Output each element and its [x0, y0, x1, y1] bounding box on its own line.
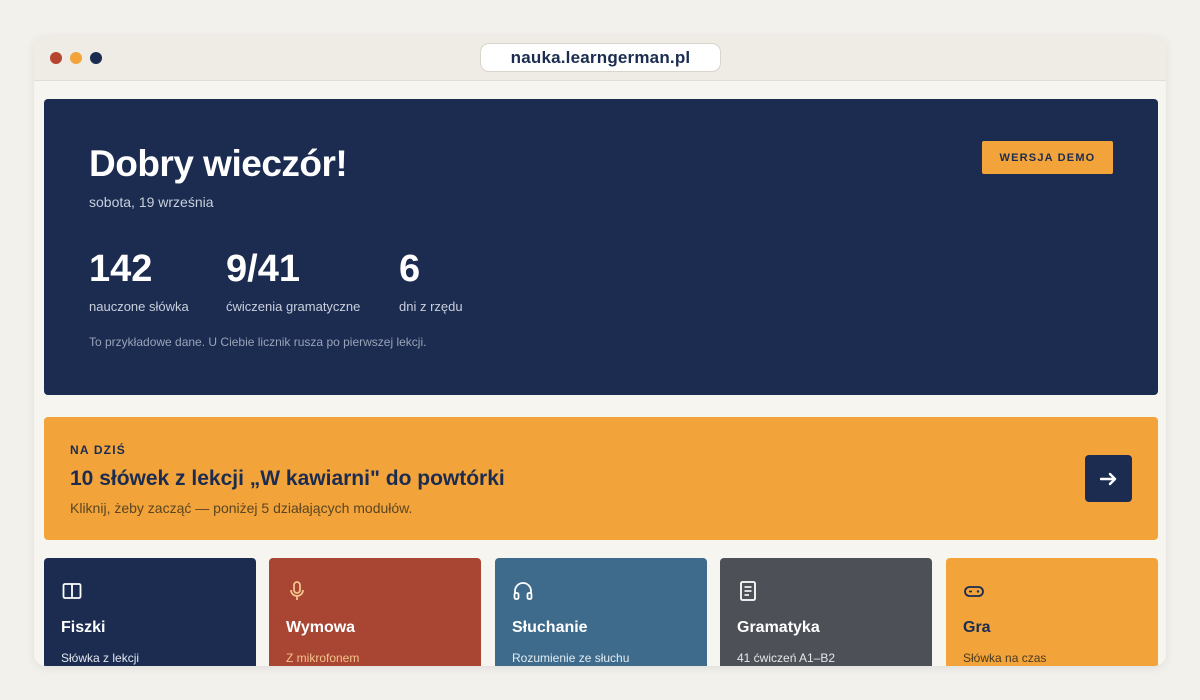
today-subtitle: Kliknij, żeby zacząć — poniżej 5 działaj…: [70, 500, 413, 516]
module-title: Wymowa: [286, 619, 356, 636]
module-card-flashcards[interactable]: Fiszki Słówka z lekcji: [44, 558, 256, 666]
document-icon: [740, 581, 756, 601]
module-title: Gramatyka: [737, 619, 820, 636]
module-description: Słówka na czas: [963, 651, 1047, 665]
microphone-icon: [290, 581, 304, 600]
page-content: Dobry wieczór! sobota, 19 września WERSJ…: [34, 81, 1166, 666]
demo-version-button[interactable]: WERSJA DEMO: [982, 141, 1113, 174]
module-description: 41 ćwiczeń A1–B2: [737, 651, 836, 665]
welcome-panel: Dobry wieczór! sobota, 19 września WERSJ…: [44, 99, 1158, 395]
minimize-window-button[interactable]: [70, 52, 82, 64]
address-bar[interactable]: nauka.learngerman.pl: [480, 43, 721, 72]
module-card-listening[interactable]: Słuchanie Rozumienie ze słuchu: [495, 558, 707, 666]
stat-day-streak: 6 dni z rzędu: [399, 249, 463, 314]
stat-label: nauczone słówka: [89, 299, 189, 314]
module-description: Rozumienie ze słuchu: [512, 651, 630, 665]
close-window-button[interactable]: [50, 52, 62, 64]
current-date: sobota, 19 września: [89, 194, 214, 210]
module-description: Z mikrofonem: [286, 651, 360, 665]
sample-data-note: To przykładowe dane. U Ciebie licznik ru…: [89, 335, 427, 349]
browser-window: nauka.learngerman.pl Dobry wieczór! sobo…: [34, 36, 1166, 666]
stat-label: ćwiczenia gramatyczne: [226, 299, 361, 314]
module-card-game[interactable]: Gra Słówka na czas: [946, 558, 1158, 666]
book-open-icon: [62, 583, 82, 599]
maximize-window-button[interactable]: [90, 52, 102, 64]
greeting-heading: Dobry wieczór!: [89, 143, 348, 184]
module-title: Słuchanie: [512, 619, 588, 636]
gamepad-icon: [964, 586, 984, 597]
stat-learned-words: 142 nauczone słówka: [89, 249, 189, 314]
today-headline: 10 słówek z lekcji „W kawiarni" do powtó…: [70, 467, 505, 490]
module-card-pronunciation[interactable]: Wymowa Z mikrofonem: [269, 558, 481, 666]
stat-value: 6: [399, 248, 421, 290]
headphones-icon: [513, 582, 533, 600]
stat-value: 142: [89, 248, 153, 290]
today-task-banner[interactable]: NA DZIŚ 10 słówek z lekcji „W kawiarni" …: [44, 417, 1158, 540]
stat-label: dni z rzędu: [399, 299, 463, 314]
stat-grammar-exercises: 9/41 ćwiczenia gramatyczne: [226, 249, 360, 314]
module-title: Gra: [963, 619, 991, 636]
arrow-right-icon: [1099, 472, 1116, 485]
module-description: Słówka z lekcji: [61, 651, 140, 665]
module-card-grammar[interactable]: Gramatyka 41 ćwiczeń A1–B2: [720, 558, 932, 666]
module-title: Fiszki: [61, 619, 106, 636]
start-task-button[interactable]: [1085, 455, 1132, 502]
modules-grid: Fiszki Słówka z lekcji Wymowa Z mikrofon…: [44, 558, 1158, 666]
stat-value: 9/41: [226, 248, 300, 290]
title-bar: nauka.learngerman.pl: [34, 36, 1166, 81]
today-kicker: NA DZIŚ: [70, 443, 126, 457]
